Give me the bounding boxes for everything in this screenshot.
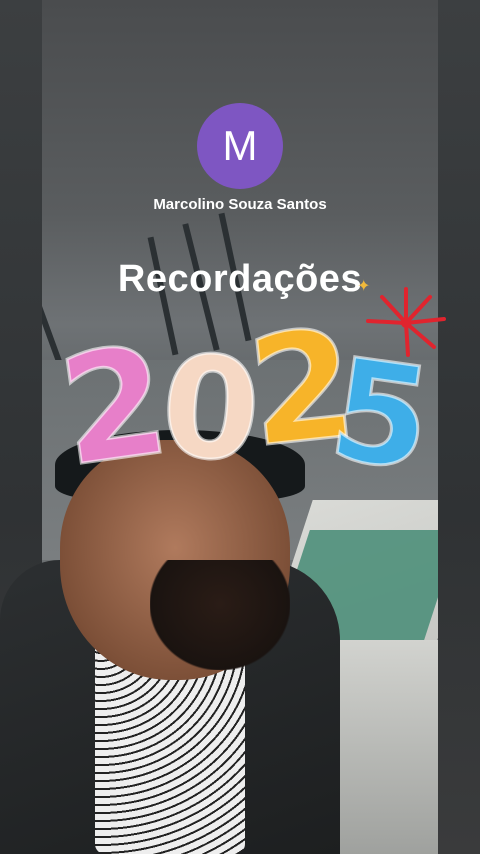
avatar-letter: M	[222, 122, 258, 169]
profile-name[interactable]: Marcolino Souza Santos	[0, 196, 480, 213]
avatar[interactable]: M	[197, 103, 283, 189]
blurred-side-right	[438, 0, 480, 854]
beard	[150, 560, 290, 670]
firework-icon	[366, 287, 446, 357]
